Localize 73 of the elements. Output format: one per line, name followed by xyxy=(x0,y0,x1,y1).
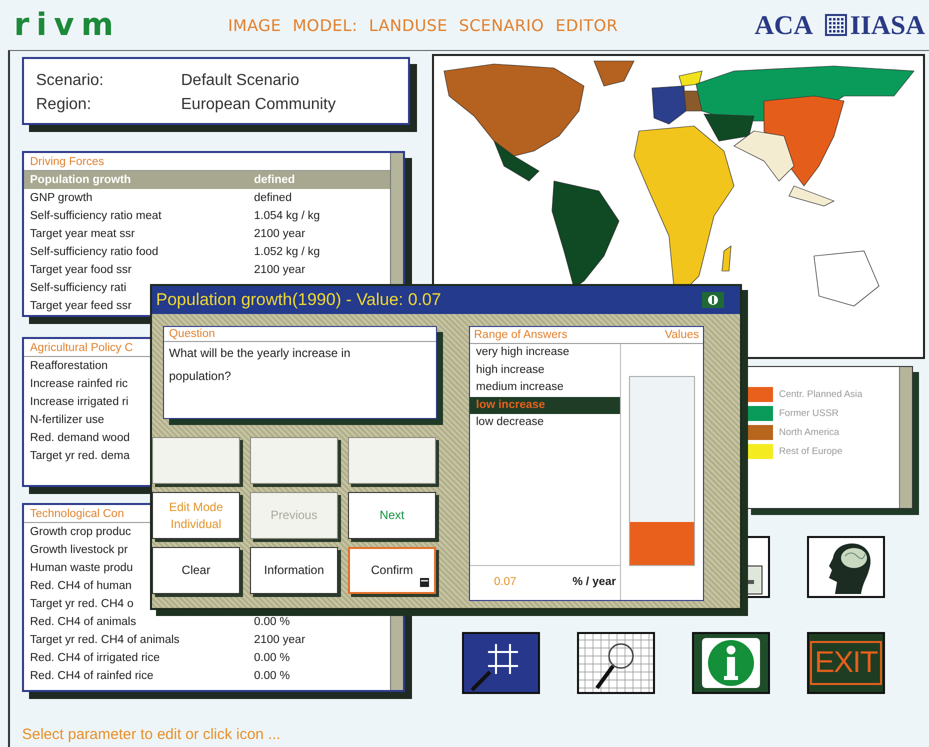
partner-name: IIASA xyxy=(850,10,925,40)
parameter-value: 0.00 % xyxy=(254,651,291,666)
dialog-button[interactable]: Clear xyxy=(152,547,240,594)
parameter-value: 2100 year xyxy=(254,263,306,278)
parameter-name: Red. CH4 of rainfed rice xyxy=(30,669,154,684)
grid-magnifier-icon[interactable] xyxy=(577,632,655,694)
answer-option[interactable]: high increase xyxy=(470,362,620,379)
parameter-name: Target yr red. CH4 o xyxy=(30,597,134,612)
parameter-row[interactable]: Red. CH4 of irrigated rice 0.00 % xyxy=(24,649,390,667)
keyboard-icon xyxy=(420,578,429,587)
section-title: Values xyxy=(664,329,699,341)
dialog-button[interactable]: Information xyxy=(250,547,338,594)
parameter-value: 1.054 kg / kg xyxy=(254,209,321,224)
section-title: Question xyxy=(164,327,436,342)
unit-label: % / year xyxy=(572,576,616,588)
section-title: Range of Answers xyxy=(474,329,568,341)
parameter-name: Reafforestation xyxy=(30,359,108,374)
dialog-button[interactable]: Confirm xyxy=(348,547,436,594)
parameter-value: defined xyxy=(254,191,293,206)
parameter-name: Growth livestock pr xyxy=(30,543,128,558)
field-value: Default Scenario xyxy=(181,71,300,91)
answer-option[interactable]: medium increase xyxy=(470,379,620,396)
parameter-value: 2100 year xyxy=(254,227,306,242)
parameter-value: 0.00 % xyxy=(254,669,291,684)
legend-label: North America xyxy=(779,427,840,438)
parameter-name: Self-sufficiency ratio food xyxy=(30,245,158,260)
parameter-name: Red. demand wood xyxy=(30,431,130,446)
parameter-name: Increase irrigated ri xyxy=(30,395,128,410)
parameter-row[interactable]: Target year meat ssr 2100 year xyxy=(24,225,390,243)
parameter-name: Target yr red. dema xyxy=(30,449,130,464)
parameter-value: 1.052 kg / kg xyxy=(254,245,321,260)
parameter-name: N-fertilizer use xyxy=(30,413,104,428)
field-value: European Community xyxy=(181,95,336,115)
status-message: Select parameter to edit or click icon ... xyxy=(21,726,282,742)
partner-name: ACA xyxy=(754,10,813,40)
parameter-row[interactable]: Self-sufficiency ratio meat 1.054 kg / kg xyxy=(24,207,390,225)
answer-value: 0.07 xyxy=(494,576,516,588)
close-button[interactable] xyxy=(702,292,724,308)
scrollbar[interactable] xyxy=(899,367,912,508)
parameter-row[interactable]: Target year food ssr 2100 year xyxy=(24,261,390,279)
parameter-name: Self-sufficiency ratio meat xyxy=(30,209,162,224)
head-icon[interactable] xyxy=(807,536,885,598)
parameter-name: Population growth xyxy=(30,173,131,188)
legend-label: Rest of Europe xyxy=(779,446,842,457)
parameter-row[interactable]: GNP growth defined xyxy=(24,189,390,207)
parameter-name: Target yr red. CH4 of animals xyxy=(30,633,180,648)
parameter-name: Red. CH4 of human xyxy=(30,579,132,594)
answer-option[interactable]: low decrease xyxy=(470,414,620,432)
grid-logo-icon xyxy=(824,14,847,36)
logo: rivm xyxy=(14,7,122,43)
parameter-name: Target year meat ssr xyxy=(30,227,135,242)
parameter-name: Target year food ssr xyxy=(30,263,132,278)
app-title: IMAGE MODEL: LANDUSE SCENARIO EDITOR xyxy=(228,16,619,34)
info-icon[interactable] xyxy=(692,632,770,694)
parameter-row[interactable]: Red. CH4 of rainfed rice 0.00 % xyxy=(24,667,390,685)
legend-label: Former USSR xyxy=(779,408,839,419)
legend-label: Centr. Planned Asia xyxy=(779,389,862,400)
dialog-button[interactable]: Next xyxy=(348,492,436,539)
parameter-name: GNP growth xyxy=(30,191,92,206)
parameter-name: Red. CH4 of irrigated rice xyxy=(30,651,160,666)
parameter-row[interactable]: Target yr red. CH4 of animals 2100 year xyxy=(24,631,390,649)
parameter-row[interactable]: Red. CH4 of animals 0.00 % xyxy=(24,613,390,631)
field-label: Scenario: xyxy=(36,71,105,91)
parameter-name: Self-sufficiency rati xyxy=(30,281,126,296)
answer-option[interactable]: very high increase xyxy=(470,344,620,362)
parameter-value: 0.00 % xyxy=(254,615,291,630)
magnifier-icon[interactable] xyxy=(462,632,540,694)
parameter-name: Red. CH4 of animals xyxy=(30,615,136,630)
dialog-title: Population growth(1990) - Value: 0.07 xyxy=(156,290,442,310)
field-label: Region: xyxy=(36,95,92,115)
parameter-value: defined xyxy=(254,173,296,188)
parameter-row[interactable]: Self-sufficiency ratio food 1.052 kg / kg xyxy=(24,243,390,261)
parameter-value: 2100 year xyxy=(254,633,306,648)
